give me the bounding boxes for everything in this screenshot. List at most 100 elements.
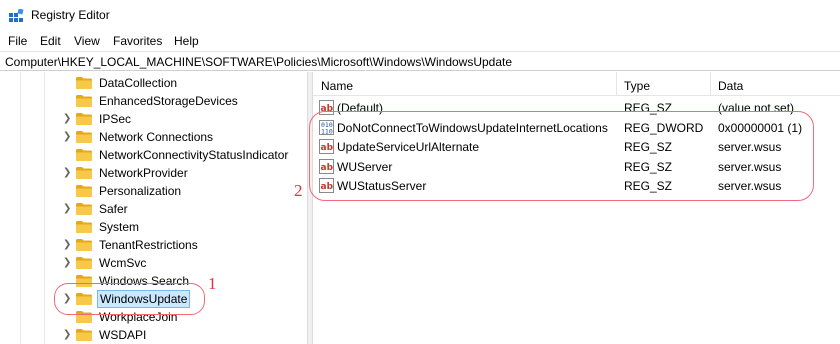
key-tree[interactable]: DataCollection EnhancedStorageDevices ❯ IPS… — [0, 72, 307, 344]
tree-item-label[interactable]: WindowsUpdate — [97, 290, 191, 308]
value-data: server.wsus — [718, 140, 782, 154]
address-bar[interactable]: Computer\HKEY_LOCAL_MACHINE\SOFTWARE\Pol… — [0, 51, 840, 71]
column-divider[interactable] — [616, 72, 617, 96]
tree-item-label[interactable]: System — [97, 220, 141, 234]
column-data[interactable]: Data — [718, 79, 743, 93]
value-type: REG_SZ — [624, 159, 673, 174]
value-type: REG_DWORD — [624, 120, 704, 135]
string-value-icon: ab — [319, 158, 334, 174]
tree-item[interactable]: EnhancedStorageDevices — [0, 92, 307, 110]
value-data: (value not set) — [718, 101, 795, 115]
menu-bar: File Edit View Favorites Help — [0, 32, 840, 50]
value-name[interactable]: UpdateServiceUrlAlternate — [337, 140, 479, 154]
tree-item-label[interactable]: Windows Search — [97, 274, 191, 288]
folder-icon — [76, 203, 92, 215]
folder-icon — [76, 221, 92, 233]
tree-item[interactable]: DataCollection — [0, 74, 307, 92]
chevron-right-icon[interactable]: ❯ — [63, 168, 72, 178]
tree-item-label[interactable]: EnhancedStorageDevices — [97, 94, 240, 108]
title-bar: Registry Editor — [0, 0, 840, 32]
value-name[interactable]: DoNotConnectToWindowsUpdateInternetLocat… — [337, 121, 608, 135]
value-row[interactable]: ab UpdateServiceUrlAlternate REG_SZ server.… — [313, 137, 840, 156]
annotation-number-2: 2 — [294, 181, 303, 200]
tree-item[interactable]: ❯ NetworkProvider — [0, 164, 307, 182]
menu-file[interactable]: File — [8, 34, 27, 48]
string-value-icon: ab — [319, 139, 334, 154]
value-type: REG_SZ — [624, 179, 673, 193]
tree-item-label[interactable]: WcmSvc — [97, 256, 148, 270]
menu-help[interactable]: Help — [174, 34, 199, 48]
tree-item-label[interactable]: WorkplaceJoin — [97, 310, 179, 324]
value-row[interactable]: ab WUStatusServer REG_SZ server.wsus — [313, 176, 840, 195]
address-path[interactable]: Computer\HKEY_LOCAL_MACHINE\SOFTWARE\Pol… — [5, 55, 512, 69]
svg-text:ab: ab — [321, 104, 334, 114]
chevron-right-icon[interactable]: ❯ — [63, 240, 72, 250]
registry-editor-icon — [9, 9, 24, 22]
folder-icon — [76, 95, 92, 107]
folder-icon — [76, 329, 92, 341]
chevron-right-icon[interactable]: ❯ — [63, 258, 72, 268]
value-name[interactable]: (Default) — [337, 101, 383, 115]
tree-item-label[interactable]: Network Connections — [97, 130, 215, 144]
value-name[interactable]: WUStatusServer — [337, 179, 426, 193]
value-type: REG_SZ — [624, 140, 673, 154]
tree-item-label[interactable]: WSDAPI — [97, 328, 148, 342]
value-name[interactable]: WUServer — [337, 160, 392, 174]
tree-item-label[interactable]: IPSec — [97, 112, 133, 126]
value-type: REG_SZ — [624, 101, 673, 115]
chevron-right-icon[interactable]: ❯ — [63, 330, 72, 340]
tree-item[interactable]: WorkplaceJoin — [0, 308, 307, 326]
folder-icon — [76, 275, 92, 287]
tree-item[interactable]: Windows Search — [0, 272, 307, 290]
annotation-number-1: 1 — [208, 274, 217, 293]
folder-icon — [76, 131, 92, 143]
folder-icon — [76, 239, 92, 251]
folder-icon — [76, 293, 92, 305]
tree-item[interactable]: ❯ Safer — [0, 200, 307, 218]
value-row[interactable]: ab WUServer REG_SZ server.wsus — [313, 157, 840, 176]
value-data: 0x00000001 (1) — [718, 120, 803, 135]
tree-item-label[interactable]: Personalization — [97, 184, 183, 198]
tree-item[interactable]: ❯ WcmSvc — [0, 254, 307, 272]
column-name[interactable]: Name — [321, 79, 353, 93]
folder-icon — [76, 77, 92, 89]
tree-item-label[interactable]: Safer — [97, 202, 130, 216]
tree-item[interactable]: ❯ WSDAPI — [0, 326, 307, 344]
value-data: server.wsus — [718, 159, 782, 174]
list-header: Name Type Data — [313, 72, 840, 96]
chevron-right-icon[interactable]: ❯ — [63, 294, 72, 304]
folder-icon — [76, 167, 92, 179]
folder-icon — [76, 311, 92, 323]
chevron-right-icon[interactable]: ❯ — [63, 132, 72, 142]
value-data: server.wsus — [718, 179, 782, 193]
menu-edit[interactable]: Edit — [40, 34, 61, 48]
column-divider[interactable] — [710, 72, 711, 96]
column-type[interactable]: Type — [624, 79, 650, 93]
tree-item-label[interactable]: TenantRestrictions — [97, 238, 200, 252]
chevron-right-icon[interactable]: ❯ — [63, 204, 72, 214]
values-list[interactable]: Name Type Data ab (Default) REG_SZ (value n… — [313, 72, 840, 344]
tree-item-label[interactable]: NetworkProvider — [97, 166, 190, 180]
string-value-icon: ab — [319, 100, 334, 115]
tree-item[interactable]: ❯ TenantRestrictions — [0, 236, 307, 254]
chevron-right-icon[interactable]: ❯ — [63, 114, 72, 124]
menu-view[interactable]: View — [74, 34, 100, 48]
value-row[interactable]: 010 110 DoNotConnectToWindowsUpdateInterne… — [313, 118, 840, 137]
tree-item[interactable]: ❯ IPSec — [0, 110, 307, 128]
window-title: Registry Editor — [31, 8, 110, 22]
tree-item-label[interactable]: DataCollection — [97, 76, 179, 90]
menu-favorites[interactable]: Favorites — [113, 34, 162, 48]
folder-icon — [76, 113, 92, 125]
tree-item[interactable]: System — [0, 218, 307, 236]
value-row[interactable]: ab (Default) REG_SZ (value not set) — [313, 98, 840, 117]
tree-item[interactable]: Personalization — [0, 182, 307, 200]
tree-item[interactable]: NetworkConnectivityStatusIndicator — [0, 146, 307, 164]
folder-icon — [76, 149, 92, 161]
folder-icon — [76, 257, 92, 269]
tree-item-label[interactable]: NetworkConnectivityStatusIndicator — [97, 148, 290, 162]
tree-item[interactable]: ❯ Network Connections — [0, 128, 307, 146]
svg-text:110: 110 — [321, 127, 333, 135]
string-value-icon: ab — [319, 178, 334, 193]
tree-item[interactable]: ❯ WindowsUpdate — [0, 290, 307, 308]
svg-text:ab: ab — [321, 182, 334, 192]
